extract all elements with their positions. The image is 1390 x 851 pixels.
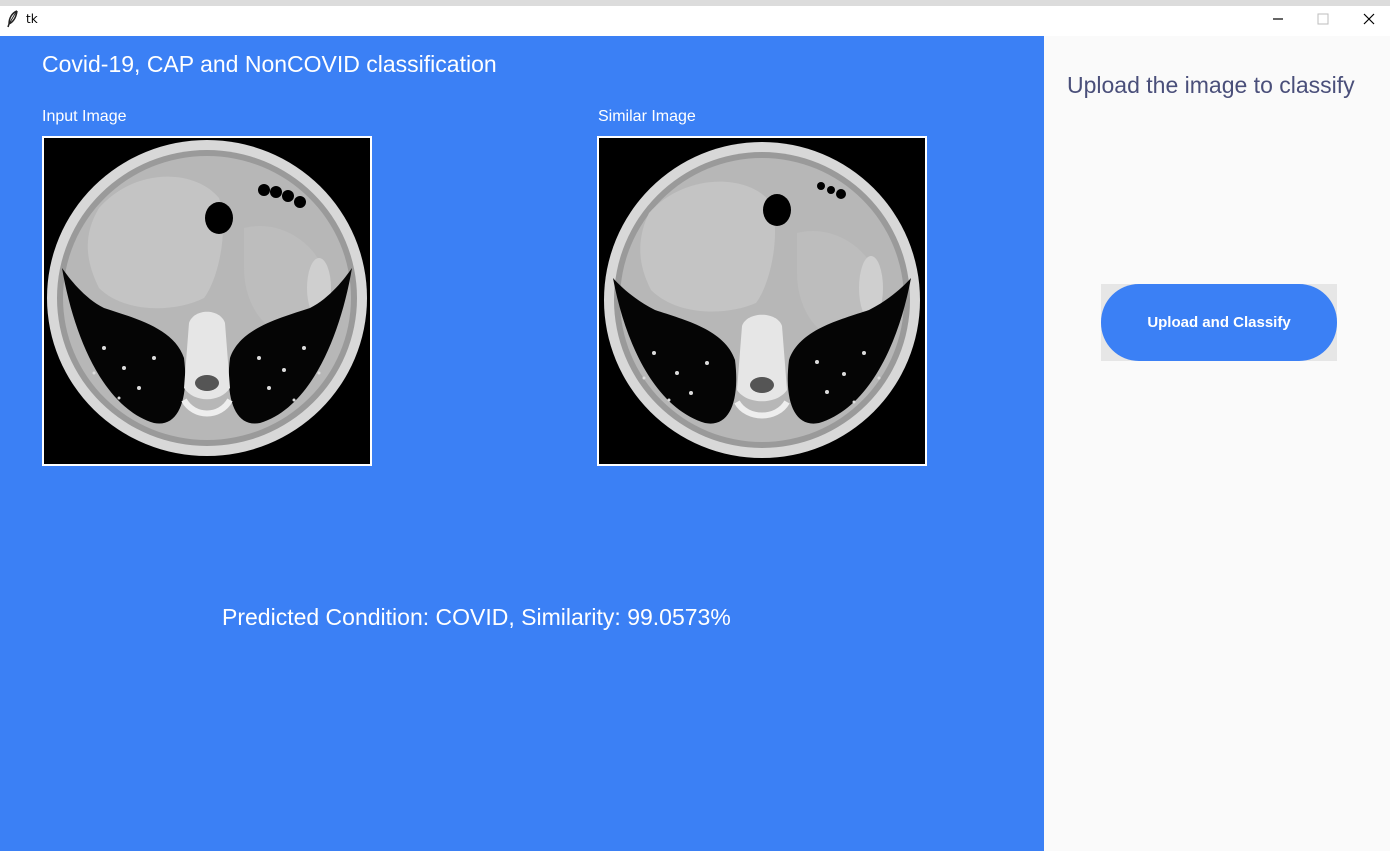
maximize-button[interactable] [1300, 6, 1346, 36]
page-title: Covid-19, CAP and NonCOVID classificatio… [42, 51, 497, 77]
minimize-icon [1272, 12, 1284, 30]
maximize-icon [1317, 12, 1329, 30]
similar-image-label: Similar Image [598, 108, 696, 125]
upload-panel: Upload the image to classify Upload and … [1044, 36, 1390, 851]
results-panel: Covid-19, CAP and NonCOVID classificatio… [0, 36, 1044, 851]
close-icon [1363, 12, 1375, 30]
upload-and-classify-button[interactable]: Upload and Classify [1101, 284, 1337, 361]
app-window: tk Covid-19, CAP and NonCOVID classifica… [0, 0, 1390, 851]
title-bar: tk [0, 0, 1390, 36]
window-title: tk [26, 12, 38, 26]
minimize-button[interactable] [1255, 6, 1301, 36]
prediction-result: Predicted Condition: COVID, Similarity: … [222, 604, 731, 630]
similar-image [597, 136, 927, 466]
close-button[interactable] [1346, 6, 1390, 36]
upload-heading: Upload the image to classify [1067, 72, 1355, 98]
input-image [42, 136, 372, 466]
feather-icon [6, 10, 20, 28]
input-image-label: Input Image [42, 108, 127, 125]
